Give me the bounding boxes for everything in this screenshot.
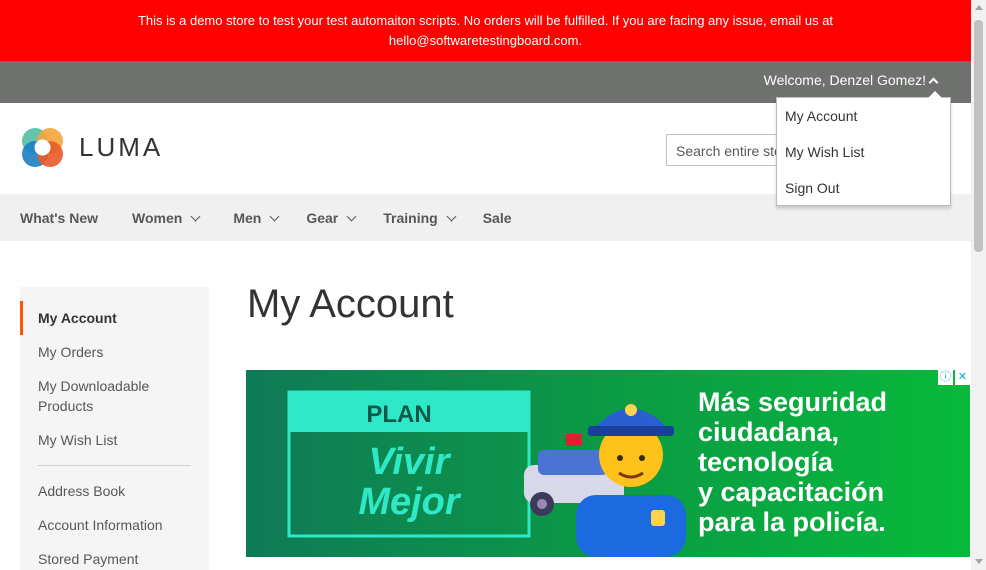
ad-text-line3: tecnología <box>698 447 834 477</box>
advertisement-banner[interactable]: PLAN Vivir Mejor Más seguridad ciudadana… <box>246 370 970 557</box>
scroll-down-arrow-icon[interactable] <box>975 559 983 564</box>
search-input[interactable]: Search entire store here... <box>666 134 786 166</box>
ad-mejor-text: Mejor <box>358 481 462 523</box>
sidebar-item-address-book[interactable]: Address Book <box>20 474 209 508</box>
chevron-down-icon <box>190 211 201 221</box>
nav-label: What's New <box>20 209 99 226</box>
demo-store-banner: This is a demo store to test your test a… <box>0 0 971 61</box>
ad-vivir-text: Vivir <box>369 441 452 483</box>
dropdown-wish-list-link[interactable]: My Wish List <box>777 134 950 170</box>
nav-item-gear[interactable]: Gear <box>306 209 357 226</box>
welcome-text: Welcome, Denzel Gomez! <box>763 72 926 88</box>
nav-label: Sale <box>482 209 512 226</box>
sidebar-item-my-orders[interactable]: My Orders <box>20 335 209 369</box>
ad-info-icon[interactable]: ⓘ <box>938 370 953 385</box>
nav-label: Women <box>132 209 183 226</box>
chevron-down-icon <box>346 211 357 221</box>
ad-close-icon[interactable]: ✕ <box>955 370 970 385</box>
nav-label: Men <box>233 209 262 226</box>
ad-text-line4: y capacitación <box>698 477 884 507</box>
sidebar-item-wish-list[interactable]: My Wish List <box>20 423 209 457</box>
scrollbar-thumb[interactable] <box>974 20 983 252</box>
nav-item-training[interactable]: Training <box>383 209 457 226</box>
nav-item-sale[interactable]: Sale <box>483 210 512 226</box>
dropdown-sign-out-link[interactable]: Sign Out <box>777 170 950 206</box>
account-sidebar: My Account My Orders My Downloadable Pro… <box>20 287 209 570</box>
nav-item-whats-new[interactable]: What's New <box>20 210 98 226</box>
sidebar-item-my-account[interactable]: My Account <box>20 301 209 335</box>
banner-text-line1: This is a demo store to test your test a… <box>137 13 834 28</box>
page-scrollbar[interactable] <box>971 0 986 570</box>
ad-text-line2: ciudadana, <box>698 417 839 447</box>
ad-plan-text: PLAN <box>366 401 431 428</box>
nav-item-men[interactable]: Men <box>233 209 280 226</box>
nav-item-women[interactable]: Women <box>132 209 201 226</box>
chevron-up-icon <box>928 77 939 87</box>
sidebar-divider <box>38 465 191 466</box>
account-dropdown-menu: My Account My Wish List Sign Out <box>776 91 951 206</box>
scroll-up-arrow-icon[interactable] <box>975 5 983 10</box>
ad-controls: ⓘ ✕ <box>938 370 970 385</box>
banner-email: hello@softwaretestingboard.com. <box>388 33 583 48</box>
sidebar-item-downloadable-products[interactable]: My Downloadable Products <box>20 369 209 423</box>
sidebar-item-stored-payment-methods[interactable]: Stored Payment Methods <box>20 542 209 570</box>
nav-label: Training <box>383 209 438 226</box>
luma-logo[interactable]: LUMA <box>20 125 163 170</box>
sidebar-item-account-information[interactable]: Account Information <box>20 508 209 542</box>
nav-label: Gear <box>306 209 339 226</box>
dropdown-my-account-link[interactable]: My Account <box>777 98 950 134</box>
chevron-down-icon <box>269 211 280 221</box>
customer-welcome-toggle[interactable]: Welcome, Denzel Gomez! <box>763 72 939 88</box>
luma-logo-text: LUMA <box>79 132 164 162</box>
luma-logo-icon <box>22 128 63 167</box>
ad-text-line5: para la policía. <box>698 507 886 537</box>
ad-image: PLAN Vivir Mejor Más seguridad ciudadana… <box>246 370 970 557</box>
chevron-down-icon <box>446 211 457 221</box>
page-title: My Account <box>247 282 454 326</box>
ad-text-line1: Más seguridad <box>698 387 887 417</box>
